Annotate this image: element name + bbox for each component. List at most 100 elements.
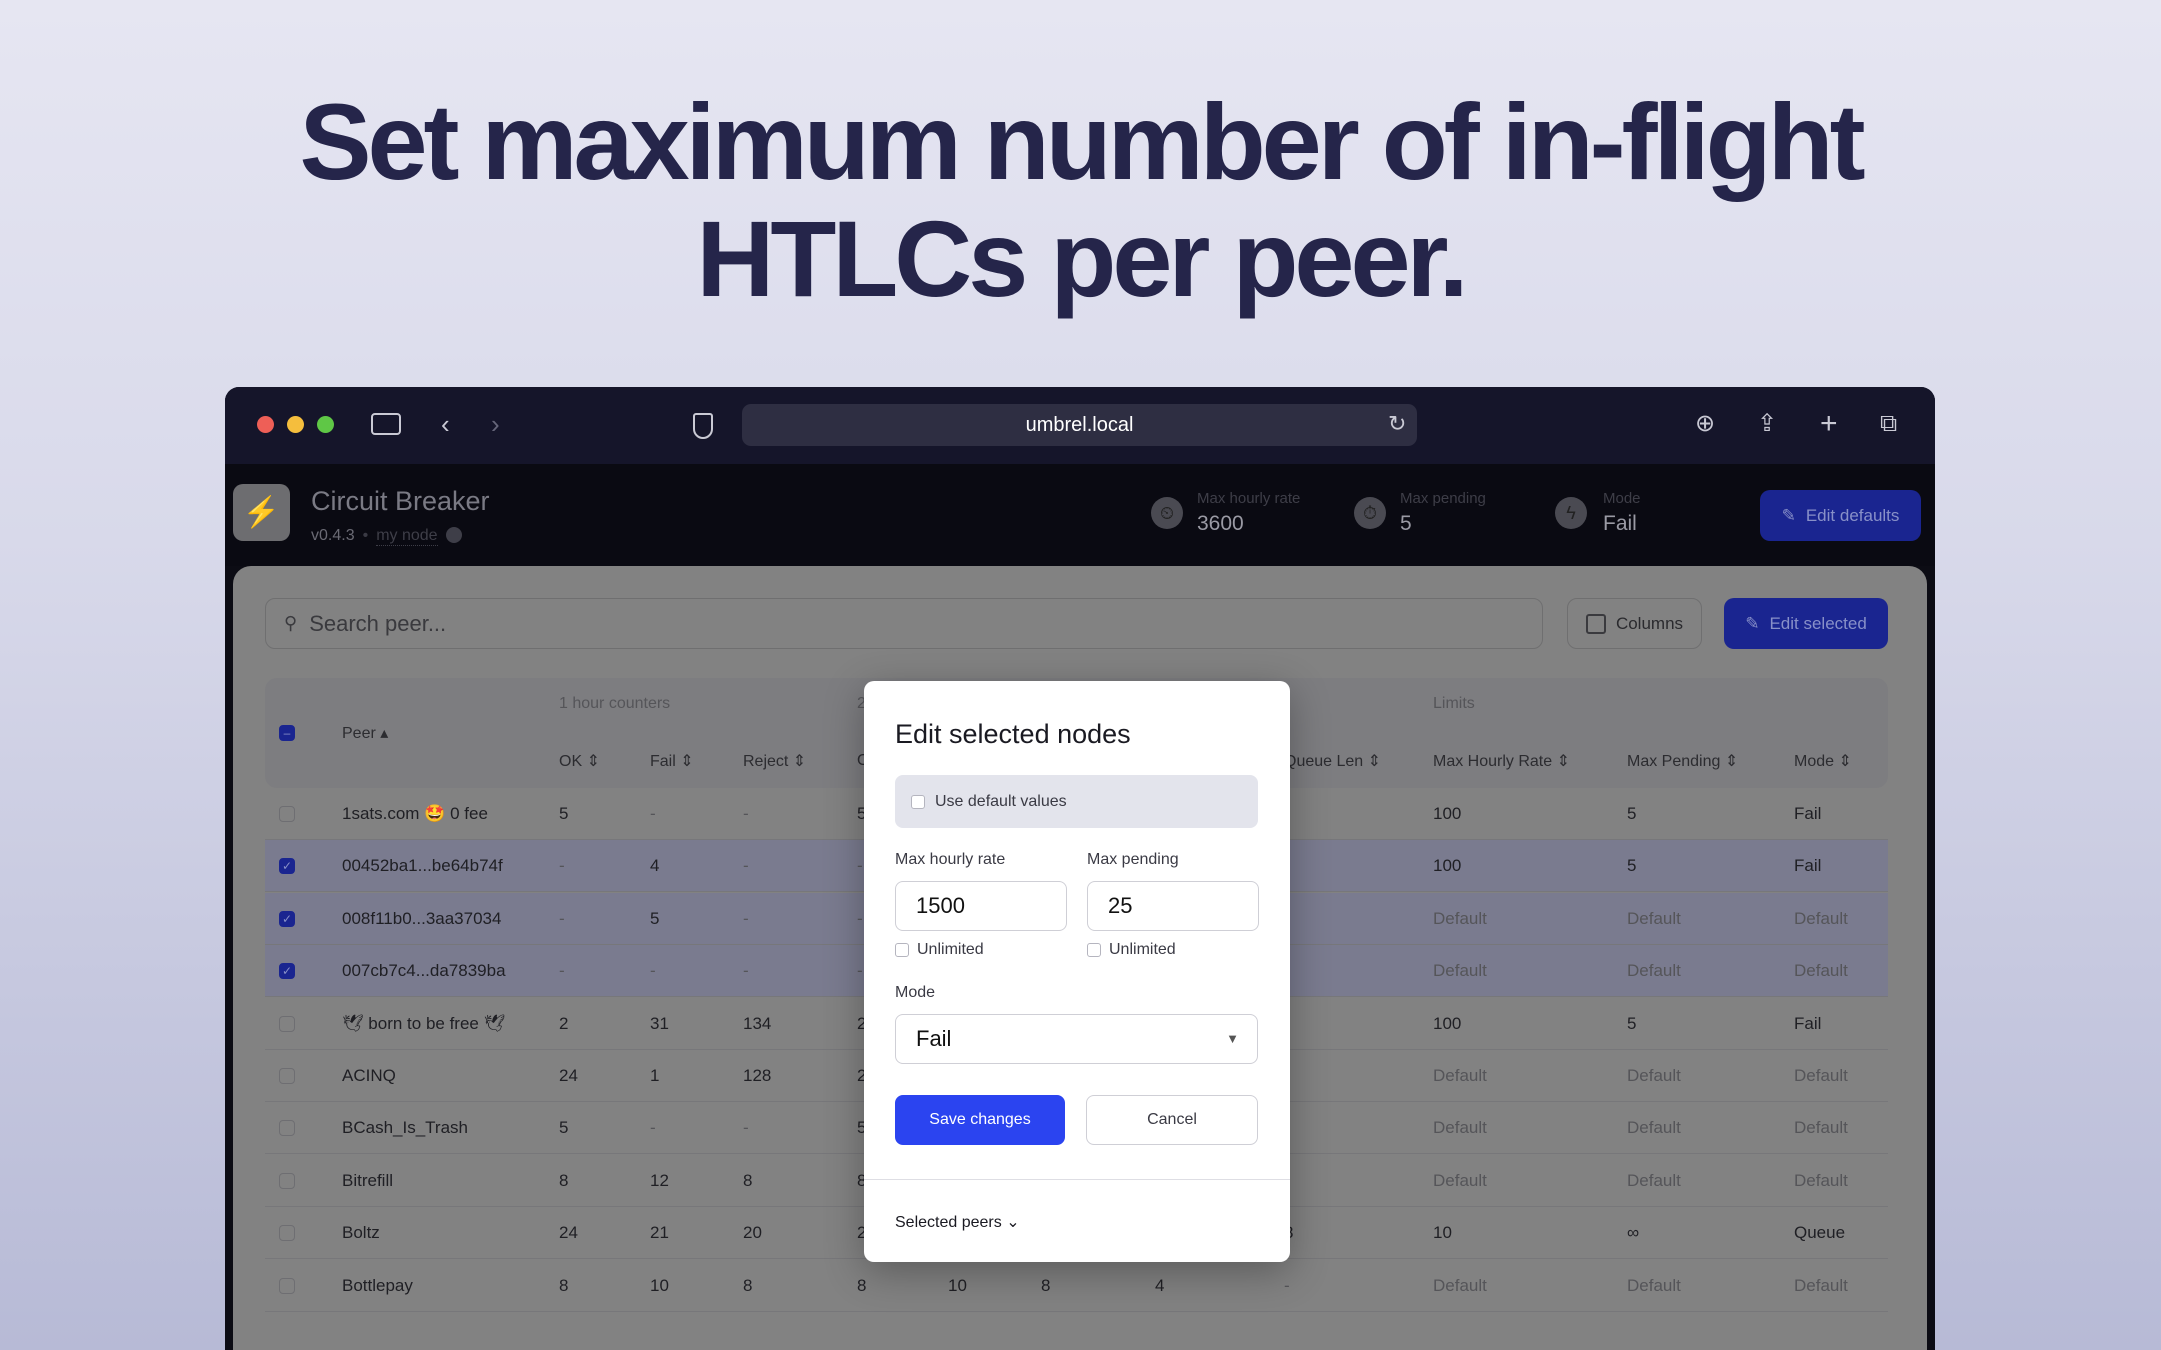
cell-fail: 10: [650, 1275, 669, 1295]
stat-label: Max pending: [1400, 490, 1486, 507]
cell-ok: -: [559, 856, 565, 876]
save-changes-button[interactable]: Save changes: [895, 1095, 1065, 1145]
row-checkbox[interactable]: [279, 1068, 295, 1084]
row-checkbox[interactable]: [279, 1225, 295, 1242]
edit-selected-button[interactable]: ✎ Edit selected: [1724, 598, 1888, 649]
search-input[interactable]: ⚲ Search peer...: [265, 598, 1543, 649]
cell-reject: 8: [743, 1170, 753, 1190]
edit-defaults-label: Edit defaults: [1805, 505, 1900, 525]
table-row[interactable]: Bottlepay 8 10 8 8 10 8 4 - Default Default Default: [265, 1260, 1888, 1312]
lightning-icon: ϟ: [1555, 497, 1587, 529]
pending-unlimited-checkbox[interactable]: Unlimited: [1087, 941, 1176, 959]
row-checkbox[interactable]: ✓: [279, 858, 295, 875]
cell-fail: -: [650, 804, 656, 823]
tabs-icon[interactable]: ⧉: [1880, 409, 1897, 439]
row-checkbox[interactable]: [279, 1172, 295, 1189]
cell-c4: -: [857, 961, 863, 981]
cell-peer: Bitrefill: [342, 1170, 394, 1190]
edit-selected-modal: Edit selected nodes Use default values M…: [864, 681, 1290, 1262]
select-all-checkbox[interactable]: –: [279, 725, 295, 741]
cell-peer: 00452ba1...be64b74f: [342, 856, 503, 876]
sidebar-icon[interactable]: [371, 413, 401, 435]
cell-fail: 31: [650, 1013, 669, 1033]
cell-fail: 1: [650, 1066, 660, 1085]
cell-fail: -: [650, 961, 656, 981]
info-icon: [445, 527, 462, 543]
edit-defaults-button[interactable]: ✎ Edit defaults: [1760, 490, 1921, 541]
download-icon[interactable]: ⊕: [1695, 409, 1715, 439]
max-pending-input[interactable]: 25: [1087, 881, 1259, 931]
plus-icon[interactable]: +: [1820, 409, 1838, 439]
chevron-down-icon: ⌄: [1006, 1214, 1020, 1231]
address-bar[interactable]: umbrel.local: [742, 404, 1417, 446]
cell-c6: 8: [1041, 1275, 1051, 1295]
browser-toolbar: ‹ › umbrel.local ↻ ⊕ ⇪ + ⧉: [225, 387, 1935, 464]
cell-rate: 100: [1433, 856, 1462, 876]
cell-rate: Default: [1433, 1275, 1487, 1295]
checkbox-icon: [895, 943, 909, 957]
row-checkbox[interactable]: ✓: [279, 910, 295, 927]
max-hourly-rate-input[interactable]: 1500: [895, 881, 1067, 931]
group-limits: Limits: [1433, 695, 1475, 712]
cell-ok: 2: [559, 1013, 569, 1033]
cancel-button[interactable]: Cancel: [1086, 1095, 1258, 1145]
cell-peer: Bottlepay: [342, 1275, 413, 1295]
row-checkbox[interactable]: [279, 1277, 295, 1294]
close-window-button[interactable]: [257, 416, 274, 433]
columns-button[interactable]: Columns: [1567, 598, 1702, 649]
col-max-pending[interactable]: Max Pending ⇕: [1627, 751, 1738, 771]
row-checkbox[interactable]: [279, 1120, 295, 1137]
minimize-window-button[interactable]: [287, 416, 304, 433]
cell-peer: 008f11b0...3aa37034: [342, 908, 502, 928]
use-default-checkbox[interactable]: Use default values: [895, 775, 1258, 828]
cell-reject: -: [743, 908, 749, 928]
cell-mode: Default: [1794, 908, 1848, 928]
shield-icon[interactable]: [693, 413, 713, 439]
cell-mode: Queue: [1794, 1223, 1846, 1243]
row-checkbox[interactable]: [279, 806, 295, 822]
cell-mode: Default: [1794, 961, 1848, 981]
cell-pending: Default: [1627, 961, 1681, 981]
row-checkbox[interactable]: [279, 1015, 295, 1032]
mode-select[interactable]: Fail ▼: [895, 1014, 1258, 1064]
pencil-icon: ✎: [1781, 505, 1796, 525]
row-checkbox[interactable]: ✓: [279, 963, 295, 980]
app-version: v0.4.3: [311, 527, 355, 544]
mode-label: Mode: [895, 984, 936, 1001]
cell-rate: Default: [1433, 1118, 1487, 1138]
col-mode[interactable]: Mode ⇕: [1794, 751, 1852, 771]
cell-rate: 100: [1433, 804, 1462, 823]
cell-reject: 134: [743, 1013, 772, 1033]
cell-fail: 5: [650, 908, 660, 928]
col-max-hourly-rate[interactable]: Max Hourly Rate ⇕: [1433, 751, 1570, 771]
app-header: ⚡ Circuit Breaker v0.4.3 • my node ⏲ Max…: [225, 464, 1935, 566]
cell-rate: 100: [1433, 1013, 1462, 1033]
cell-ok: 5: [559, 1118, 569, 1138]
headline-line-2: HTLCs per peer.: [696, 198, 1468, 319]
forward-icon[interactable]: ›: [491, 409, 500, 439]
cell-peer: Boltz: [342, 1223, 380, 1243]
col-fail[interactable]: Fail ⇕: [650, 751, 694, 771]
back-icon[interactable]: ‹: [441, 409, 450, 439]
cell-fail: 12: [650, 1170, 669, 1190]
share-icon[interactable]: ⇪: [1757, 409, 1777, 439]
node-link[interactable]: my node: [376, 527, 438, 546]
columns-label: Columns: [1615, 613, 1684, 633]
reload-icon[interactable]: ↻: [1388, 409, 1406, 439]
app-name: Circuit Breaker: [311, 486, 490, 516]
rate-icon: ⏲: [1151, 497, 1183, 529]
rate-unlimited-checkbox[interactable]: Unlimited: [895, 941, 984, 959]
search-icon: ⚲: [284, 613, 298, 633]
cell-peer: 1sats.com 🤩 0 fee: [342, 804, 488, 823]
cell-mode: Default: [1794, 1066, 1848, 1085]
cell-ok: 24: [559, 1223, 578, 1243]
col-queue-len[interactable]: Queue Len ⇕: [1284, 751, 1381, 771]
col-peer[interactable]: Peer ▴: [342, 723, 388, 743]
col-ok[interactable]: OK ⇕: [559, 751, 600, 771]
col-reject[interactable]: Reject ⇕: [743, 751, 806, 771]
cell-rate: Default: [1433, 1170, 1487, 1190]
cell-pending: Default: [1627, 908, 1681, 928]
maximize-window-button[interactable]: [317, 416, 334, 433]
separator: •: [362, 527, 369, 544]
selected-peers-toggle[interactable]: Selected peers ⌄: [895, 1212, 1020, 1232]
